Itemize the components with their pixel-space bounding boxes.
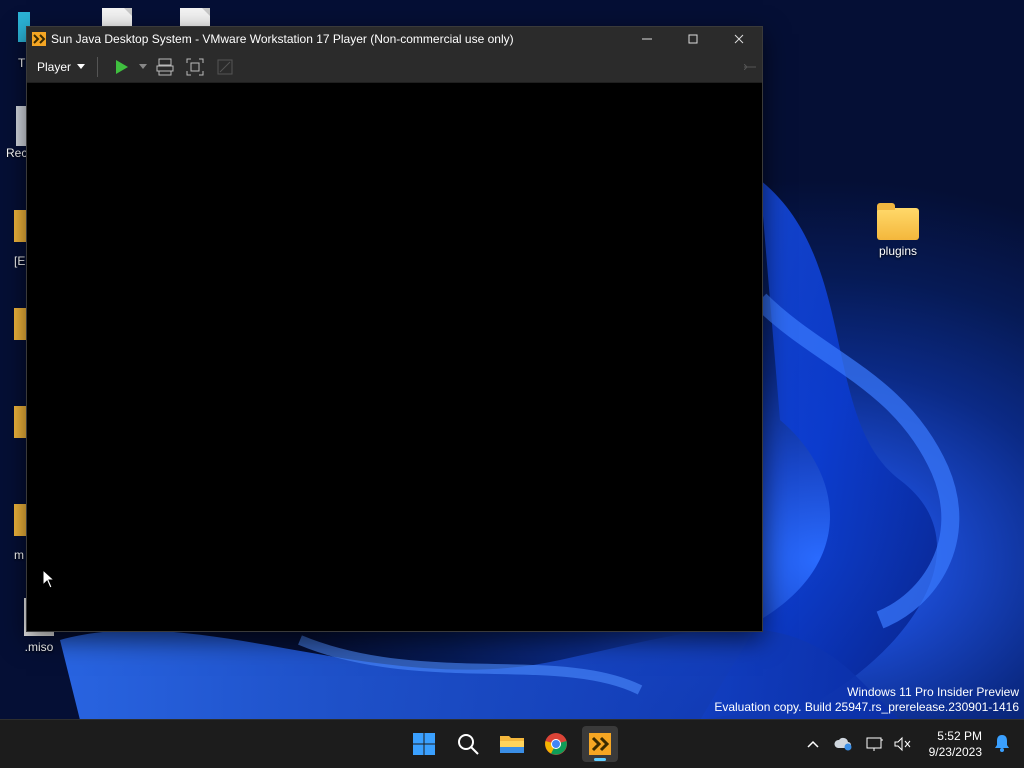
clock[interactable]: 5:52 PM 9/23/2023	[929, 728, 982, 760]
file-explorer-button[interactable]	[494, 726, 530, 762]
evaluation-watermark: Windows 11 Pro Insider Preview Evaluatio…	[714, 685, 1019, 715]
fullscreen-button[interactable]	[180, 55, 210, 79]
chrome-icon	[545, 733, 567, 755]
vmware-taskbar-button[interactable]	[582, 726, 618, 762]
vmware-icon	[589, 733, 611, 755]
close-icon	[734, 34, 744, 44]
toolbar: Player	[27, 51, 762, 83]
search-button[interactable]	[450, 726, 486, 762]
chevron-down-icon	[77, 64, 86, 69]
collapse-toolbar-button[interactable]	[738, 55, 762, 79]
desktop-icon-plugins[interactable]: plugins	[868, 203, 928, 258]
notification-bell-icon	[995, 735, 1009, 752]
network-icon	[866, 737, 883, 751]
onedrive-icon	[834, 737, 852, 751]
volume-button[interactable]	[890, 736, 916, 752]
title-bar[interactable]: Sun Java Desktop System - VMware Worksta…	[27, 27, 762, 51]
window-title: Sun Java Desktop System - VMware Worksta…	[51, 32, 514, 46]
maximize-button[interactable]	[670, 27, 716, 51]
watermark-line-1: Windows 11 Pro Insider Preview	[847, 685, 1019, 699]
desktop-icon-recycle-bin[interactable]: Rec	[6, 106, 28, 160]
network-button[interactable]	[860, 736, 890, 752]
watermark-line-2: Evaluation copy. Build 25947.rs_prerelea…	[714, 700, 1019, 714]
unity-button[interactable]	[210, 55, 240, 79]
desktop-icon-label: .miso	[24, 640, 54, 654]
file-explorer-icon	[500, 736, 524, 753]
play-icon	[116, 59, 129, 74]
folder-icon	[877, 203, 919, 240]
minimize-button[interactable]	[624, 27, 670, 51]
player-menu-button[interactable]: Player	[33, 55, 89, 79]
chevron-up-icon	[807, 740, 819, 748]
show-hidden-icons-button[interactable]	[800, 740, 826, 748]
search-icon	[458, 734, 479, 755]
taskbar: 5:52 PM 9/23/2023	[0, 719, 1024, 768]
vm-display[interactable]	[27, 83, 762, 631]
send-ctrl-alt-del-button[interactable]	[150, 55, 180, 79]
clock-date: 9/23/2023	[928, 745, 982, 759]
chrome-button[interactable]	[538, 726, 574, 762]
toolbar-divider	[97, 56, 99, 77]
system-tray	[800, 720, 916, 768]
clock-time: 5:52 PM	[937, 729, 982, 743]
onedrive-button[interactable]	[826, 737, 860, 751]
collapse-icon	[744, 63, 756, 70]
maximize-icon	[688, 34, 698, 44]
file-icon	[102, 8, 132, 28]
notifications-button[interactable]	[994, 734, 1010, 757]
unity-icon	[217, 59, 233, 74]
desktop-icon-label: Rec	[6, 146, 28, 160]
chevron-down-icon	[139, 64, 148, 69]
close-button[interactable]	[716, 27, 762, 51]
start-button[interactable]	[406, 726, 442, 762]
mouse-cursor-icon	[42, 569, 56, 589]
start-icon	[413, 733, 435, 755]
file-icon	[180, 8, 210, 28]
vmware-player-window[interactable]: Sun Java Desktop System - VMware Worksta…	[26, 26, 763, 632]
vmware-icon	[31, 31, 47, 47]
power-on-button[interactable]	[106, 55, 136, 79]
volume-muted-icon	[894, 736, 911, 752]
minimize-icon	[642, 38, 652, 40]
fullscreen-icon	[186, 58, 204, 75]
player-menu-label: Player	[37, 59, 72, 74]
send-ctrl-alt-del-icon	[156, 58, 174, 75]
desktop-icon-label: plugins	[878, 244, 918, 258]
power-dropdown-button[interactable]	[136, 55, 150, 79]
